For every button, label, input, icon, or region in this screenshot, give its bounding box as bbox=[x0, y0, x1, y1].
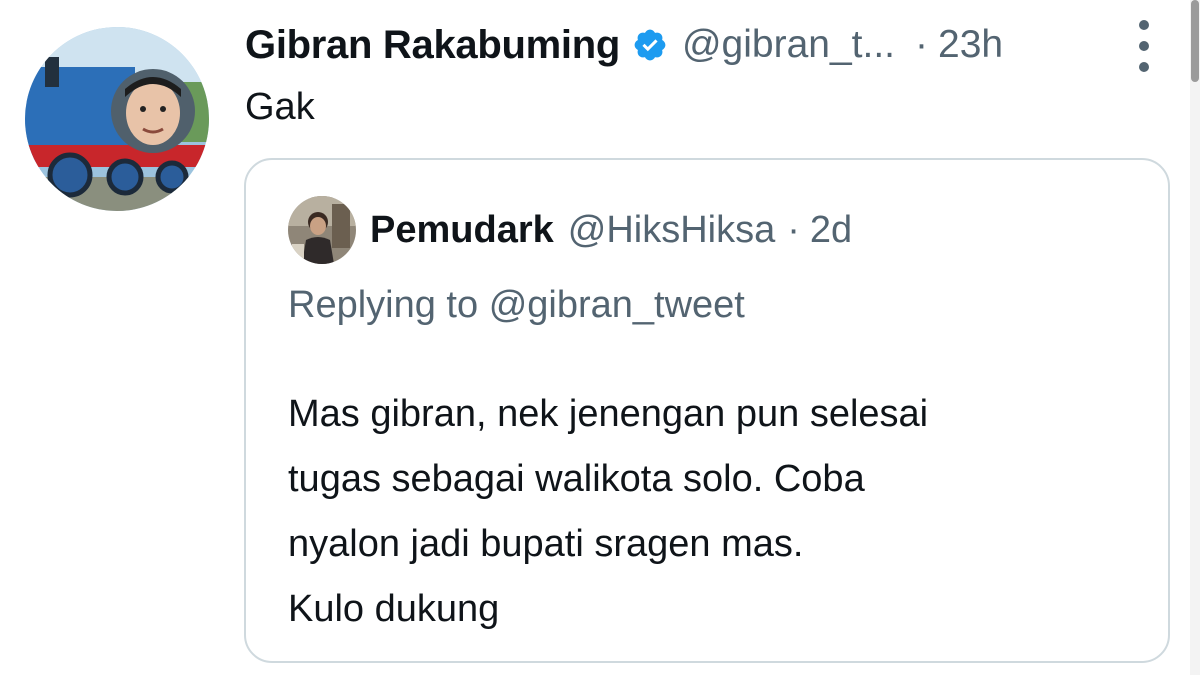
quoted-tweet-header: Pemudark @HiksHiksa · 2d bbox=[288, 196, 852, 264]
more-vertical-icon[interactable] bbox=[1132, 16, 1156, 76]
separator-dot: · bbox=[787, 208, 800, 251]
tweet-timestamp[interactable]: 23h bbox=[938, 23, 1003, 67]
author-handle[interactable]: @gibran_t... bbox=[682, 23, 895, 67]
replying-handle[interactable]: @gibran_tweet bbox=[489, 284, 745, 326]
separator-dot: · bbox=[915, 23, 929, 66]
scrollbar[interactable] bbox=[1190, 0, 1200, 675]
quoted-text-line: nyalon jadi bupati sragen mas. bbox=[288, 523, 804, 565]
quoted-text-line: tugas sebagai walikota solo. Coba bbox=[288, 458, 865, 500]
verified-badge-icon bbox=[632, 27, 668, 63]
quoted-author-handle[interactable]: @HiksHiksa bbox=[568, 209, 775, 252]
replying-to: Replying to @gibran_tweet bbox=[288, 284, 745, 327]
replying-prefix: Replying to bbox=[288, 284, 479, 326]
quoted-text-line: Mas gibran, nek jenengan pun selesai bbox=[288, 393, 929, 435]
quoted-author-avatar[interactable] bbox=[288, 196, 356, 264]
quoted-tweet-timestamp[interactable]: 2d bbox=[810, 209, 852, 252]
author-name[interactable]: Gibran Rakabuming bbox=[245, 23, 620, 68]
quoted-tweet-card[interactable]: Pemudark @HiksHiksa · 2d Replying to @gi… bbox=[244, 158, 1170, 663]
scrollbar-thumb[interactable] bbox=[1191, 0, 1199, 82]
quoted-text-line: Kulo dukung bbox=[288, 588, 500, 630]
author-avatar[interactable] bbox=[25, 27, 209, 211]
tweet-text: Gak bbox=[245, 86, 315, 128]
quoted-author-name[interactable]: Pemudark bbox=[370, 209, 554, 252]
quoted-tweet-text: Mas gibran, nek jenengan pun selesai tug… bbox=[288, 382, 928, 642]
tweet-header: Gibran Rakabuming @gibran_t... · 23h bbox=[245, 20, 1003, 70]
